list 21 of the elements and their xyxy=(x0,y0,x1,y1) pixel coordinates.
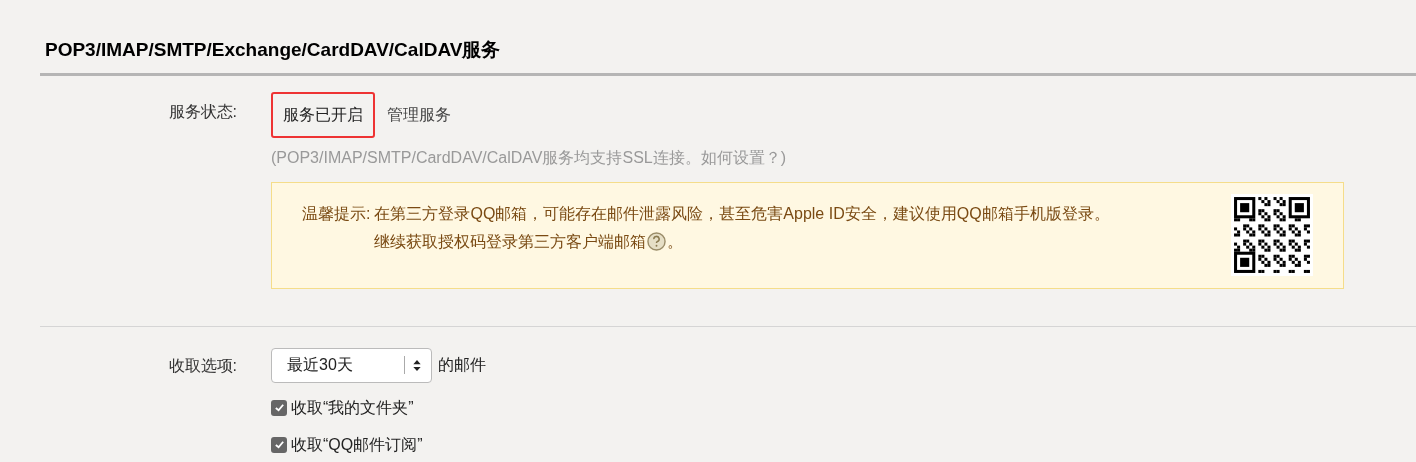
period-select[interactable]: 最近30天 xyxy=(271,347,432,383)
up-down-arrows-icon xyxy=(413,359,421,371)
check-icon xyxy=(273,439,285,450)
checkbox[interactable] xyxy=(271,436,287,453)
qr-code-icon xyxy=(1231,193,1313,276)
checkbox-label: 收取“QQ邮件订阅” xyxy=(291,434,423,455)
checkbox[interactable] xyxy=(271,399,287,416)
checkbox-label: 收取“我的文件夹” xyxy=(291,397,414,418)
field-label: 服务状态: xyxy=(168,101,237,122)
manage-service-link[interactable]: 管理服务 xyxy=(387,102,451,127)
notice-text: 继续获取授权码登录第三方客户端邮箱 xyxy=(374,231,647,252)
notice-text: 。 xyxy=(667,231,684,252)
select-suffix: 的邮件 xyxy=(438,355,486,375)
section-title: POP3/IMAP/SMTP/Exchange/CardDAV/CalDAV服务 xyxy=(45,38,502,62)
service-status: 服务已开启 xyxy=(271,91,375,138)
help-icon[interactable] xyxy=(647,232,667,251)
ssl-note: (POP3/IMAP/SMTP/CardDAV/CalDAV服务均支持SSL连接。如何设置？) xyxy=(271,147,788,168)
notice-text: 在第三方登录QQ邮箱，可能存在邮件泄露风险，甚至危害Apple ID安全，建议使用QQ邮箱手机版登录。 xyxy=(374,203,1111,224)
field-label: 收取选项: xyxy=(168,355,237,376)
check-icon xyxy=(273,402,285,413)
notice-label: 温馨提示: xyxy=(302,203,372,224)
